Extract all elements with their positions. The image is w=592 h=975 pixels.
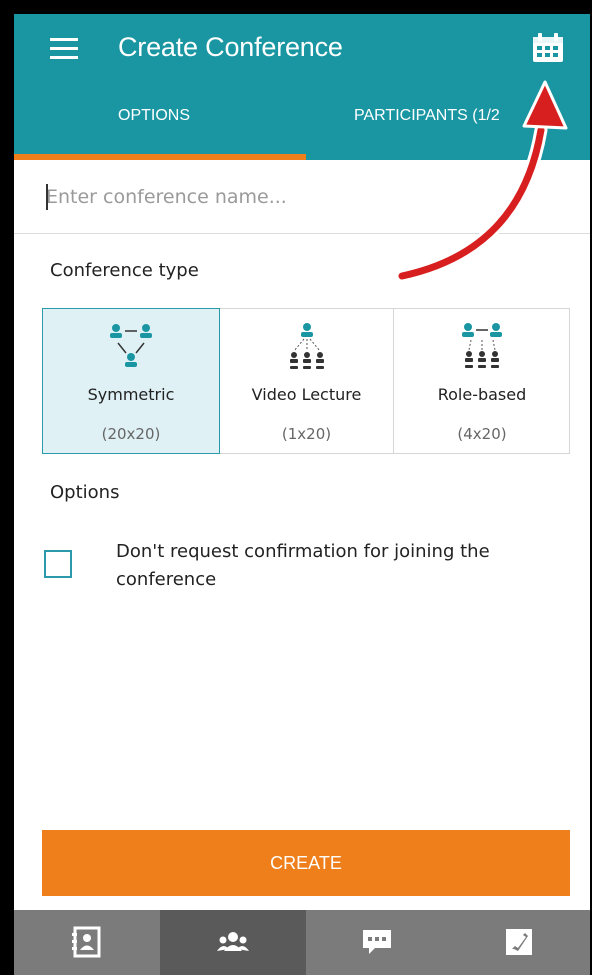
page-title: Create Conference [118,32,343,62]
conference-icon [217,932,249,951]
no-confirmation-checkbox[interactable] [44,550,72,578]
symmetric-conference-icon [110,324,152,367]
video-lecture-icon [289,323,324,369]
create-button[interactable]: CREATE [42,830,570,896]
type-name: Video Lecture [251,385,362,404]
type-capacity: (4x20) [457,425,507,443]
nav-contacts[interactable] [14,910,160,975]
calls-icon [506,929,532,955]
type-capacity: (20x20) [101,425,161,443]
app-bar: Create Conference OPTIONS PARTICIPANTS (… [14,14,590,160]
type-name: Role-based [437,385,527,404]
tab-options[interactable]: OPTIONS [118,107,190,125]
app-window: Create Conference OPTIONS PARTICIPANTS (… [14,14,590,975]
contacts-icon [72,926,101,958]
no-confirmation-label: Don't request confirmation for joining t… [116,541,490,590]
type-name: Symmetric [87,385,175,404]
nav-conference[interactable] [160,910,306,975]
conference-type-role-based[interactable]: Role-based (4x20) [394,309,570,453]
hamburger-menu-icon[interactable] [50,38,78,60]
options-label: Options [50,482,120,503]
conference-name-field[interactable] [14,160,590,234]
text-caret [46,184,48,210]
role-based-conference-icon [462,323,502,368]
nav-chat[interactable] [306,910,448,975]
chat-icon [363,930,391,954]
type-capacity: (1x20) [281,425,332,443]
bottom-navigation [14,910,590,975]
calendar-icon[interactable] [530,31,566,65]
tab-participants[interactable]: PARTICIPANTS (1/2 [354,107,500,125]
nav-calls[interactable] [448,910,590,975]
conference-type-selector: Symmetric (20x20) Video Lecture (1x20) R… [42,308,570,454]
conference-type-video-lecture[interactable]: Video Lecture (1x20) [220,309,394,453]
conference-name-input[interactable] [46,182,546,212]
conference-type-symmetric[interactable]: Symmetric (20x20) [42,308,220,454]
conference-type-label: Conference type [50,260,199,281]
